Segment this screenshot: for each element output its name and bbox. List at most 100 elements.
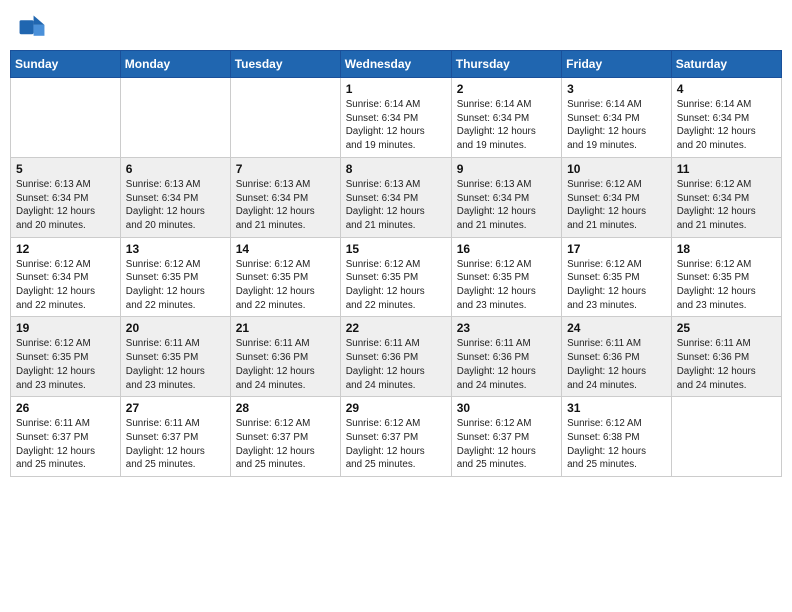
calendar-cell: 20 Sunrise: 6:11 AMSunset: 6:35 PMDayligh… [120, 317, 230, 397]
calendar-cell [11, 78, 121, 158]
day-number: 27 [126, 401, 225, 415]
calendar-cell: 27 Sunrise: 6:11 AMSunset: 6:37 PMDayligh… [120, 397, 230, 477]
day-info: Sunrise: 6:11 AMSunset: 6:36 PMDaylight:… [677, 337, 776, 392]
day-number: 17 [567, 242, 666, 256]
day-header-thursday: Thursday [451, 51, 561, 78]
day-number: 8 [346, 162, 446, 176]
day-header-monday: Monday [120, 51, 230, 78]
calendar-cell: 12 Sunrise: 6:12 AMSunset: 6:34 PMDayligh… [11, 237, 121, 317]
day-number: 4 [677, 82, 776, 96]
calendar-cell: 5Sunrise: 6:13 AMSunset: 6:34 PMDaylight… [11, 157, 121, 237]
logo-icon [18, 14, 46, 42]
calendar-cell: 25 Sunrise: 6:11 AMSunset: 6:36 PMDayligh… [671, 317, 781, 397]
day-info: Sunrise: 6:12 AMSunset: 6:35 PMDaylight:… [677, 258, 776, 313]
day-number: 5 [16, 162, 115, 176]
calendar-cell: 14Sunrise: 6:12 AMSunset: 6:35 PMDayligh… [230, 237, 340, 317]
day-info: Sunrise: 6:12 AMSunset: 6:38 PMDaylight:… [567, 417, 666, 472]
calendar-cell: 21 Sunrise: 6:11 AMSunset: 6:36 PMDayligh… [230, 317, 340, 397]
day-number: 26 [16, 401, 115, 415]
day-number: 11 [677, 162, 776, 176]
day-info: Sunrise: 6:11 AMSunset: 6:35 PMDaylight:… [126, 337, 225, 392]
day-number: 1 [346, 82, 446, 96]
calendar-cell [120, 78, 230, 158]
calendar-cell [230, 78, 340, 158]
calendar-cell: 6 Sunrise: 6:13 AMSunset: 6:34 PMDaylight… [120, 157, 230, 237]
day-info: Sunrise: 6:12 AMSunset: 6:37 PMDaylight:… [346, 417, 446, 472]
calendar-cell: 9 Sunrise: 6:13 AMSunset: 6:34 PMDaylight… [451, 157, 561, 237]
calendar-table: SundayMondayTuesdayWednesdayThursdayFrid… [10, 50, 782, 477]
day-info: Sunrise: 6:11 AMSunset: 6:37 PMDaylight:… [16, 417, 115, 472]
day-info: Sunrise: 6:12 AMSunset: 6:37 PMDaylight:… [236, 417, 335, 472]
logo [18, 14, 50, 42]
calendar-week-2: 5 Sunrise: 6:13 AMSunset: 6:34 PMDaylight… [11, 157, 782, 237]
header-row: SundayMondayTuesdayWednesdayThursdayFrid… [11, 51, 782, 78]
calendar-cell: 8 Sunrise: 6:13 AMSunset: 6:34 PMDaylight… [340, 157, 451, 237]
day-number: 12 [16, 242, 115, 256]
calendar-cell: 13Sunrise: 6:12 AMSunset: 6:35 PMDayligh… [120, 237, 230, 317]
calendar-header: SundayMondayTuesdayWednesdayThursdayFrid… [11, 51, 782, 78]
calendar-cell: 3 Sunrise: 6:14 AMSunset: 6:34 PMDaylight… [562, 78, 672, 158]
calendar-body: 1 Sunrise: 6:14 AMSunset: 6:34 PMDaylight… [11, 78, 782, 477]
calendar-cell: 17 Sunrise: 6:12 AMSunset: 6:35 PMDayligh… [562, 237, 672, 317]
day-header-saturday: Saturday [671, 51, 781, 78]
calendar-cell: 4 Sunrise: 6:14 AMSunset: 6:34 PMDaylight… [671, 78, 781, 158]
calendar-cell: 24Sunrise: 6:11 AMSunset: 6:36 PMDayligh… [562, 317, 672, 397]
calendar-cell: 23 Sunrise: 6:11 AMSunset: 6:36 PMDayligh… [451, 317, 561, 397]
day-info: Sunrise: 6:12 AMSunset: 6:37 PMDaylight:… [457, 417, 556, 472]
calendar-cell: 11Sunrise: 6:12 AMSunset: 6:34 PMDayligh… [671, 157, 781, 237]
day-info: Sunrise: 6:13 AMSunset: 6:34 PMDaylight:… [457, 178, 556, 233]
day-number: 3 [567, 82, 666, 96]
calendar-cell: 28 Sunrise: 6:12 AMSunset: 6:37 PMDayligh… [230, 397, 340, 477]
day-header-wednesday: Wednesday [340, 51, 451, 78]
day-info: Sunrise: 6:12 AMSunset: 6:35 PMDaylight:… [236, 258, 335, 313]
calendar-week-5: 26 Sunrise: 6:11 AMSunset: 6:37 PMDayligh… [11, 397, 782, 477]
day-info: Sunrise: 6:14 AMSunset: 6:34 PMDaylight:… [457, 98, 556, 153]
calendar-cell [671, 397, 781, 477]
day-info: Sunrise: 6:14 AMSunset: 6:34 PMDaylight:… [567, 98, 666, 153]
day-number: 28 [236, 401, 335, 415]
calendar-cell: 16 Sunrise: 6:12 AMSunset: 6:35 PMDayligh… [451, 237, 561, 317]
day-info: Sunrise: 6:12 AMSunset: 6:34 PMDaylight:… [16, 258, 115, 313]
day-number: 25 [677, 321, 776, 335]
day-info: Sunrise: 6:12 AMSunset: 6:35 PMDaylight:… [567, 258, 666, 313]
calendar-cell: 30Sunrise: 6:12 AMSunset: 6:37 PMDayligh… [451, 397, 561, 477]
day-number: 15 [346, 242, 446, 256]
header [0, 0, 792, 50]
calendar-cell: 31 Sunrise: 6:12 AMSunset: 6:38 PMDayligh… [562, 397, 672, 477]
day-number: 6 [126, 162, 225, 176]
calendar-cell: 7Sunrise: 6:13 AMSunset: 6:34 PMDaylight… [230, 157, 340, 237]
day-info: Sunrise: 6:11 AMSunset: 6:36 PMDaylight:… [457, 337, 556, 392]
day-info: Sunrise: 6:12 AMSunset: 6:35 PMDaylight:… [16, 337, 115, 392]
calendar-cell: 10Sunrise: 6:12 AMSunset: 6:34 PMDayligh… [562, 157, 672, 237]
calendar-cell: 29 Sunrise: 6:12 AMSunset: 6:37 PMDayligh… [340, 397, 451, 477]
calendar-cell: 19 Sunrise: 6:12 AMSunset: 6:35 PMDayligh… [11, 317, 121, 397]
calendar-cell: 15 Sunrise: 6:12 AMSunset: 6:35 PMDayligh… [340, 237, 451, 317]
calendar-cell: 22 Sunrise: 6:11 AMSunset: 6:36 PMDayligh… [340, 317, 451, 397]
day-number: 19 [16, 321, 115, 335]
calendar-week-3: 12 Sunrise: 6:12 AMSunset: 6:34 PMDayligh… [11, 237, 782, 317]
day-info: Sunrise: 6:11 AMSunset: 6:36 PMDaylight:… [567, 337, 666, 392]
day-info: Sunrise: 6:14 AMSunset: 6:34 PMDaylight:… [677, 98, 776, 153]
day-number: 7 [236, 162, 335, 176]
day-info: Sunrise: 6:12 AMSunset: 6:35 PMDaylight:… [457, 258, 556, 313]
day-number: 29 [346, 401, 446, 415]
day-info: Sunrise: 6:12 AMSunset: 6:35 PMDaylight:… [126, 258, 225, 313]
day-number: 23 [457, 321, 556, 335]
day-number: 31 [567, 401, 666, 415]
calendar-cell: 2Sunrise: 6:14 AMSunset: 6:34 PMDaylight… [451, 78, 561, 158]
calendar-week-4: 19 Sunrise: 6:12 AMSunset: 6:35 PMDayligh… [11, 317, 782, 397]
day-info: Sunrise: 6:12 AMSunset: 6:35 PMDaylight:… [346, 258, 446, 313]
day-info: Sunrise: 6:13 AMSunset: 6:34 PMDaylight:… [346, 178, 446, 233]
day-info: Sunrise: 6:11 AMSunset: 6:36 PMDaylight:… [346, 337, 446, 392]
day-number: 18 [677, 242, 776, 256]
day-number: 20 [126, 321, 225, 335]
day-info: Sunrise: 6:13 AMSunset: 6:34 PMDaylight:… [126, 178, 225, 233]
day-number: 22 [346, 321, 446, 335]
calendar-cell: 18 Sunrise: 6:12 AMSunset: 6:35 PMDayligh… [671, 237, 781, 317]
day-info: Sunrise: 6:11 AMSunset: 6:37 PMDaylight:… [126, 417, 225, 472]
day-header-sunday: Sunday [11, 51, 121, 78]
day-number: 21 [236, 321, 335, 335]
day-number: 9 [457, 162, 556, 176]
day-info: Sunrise: 6:11 AMSunset: 6:36 PMDaylight:… [236, 337, 335, 392]
day-number: 16 [457, 242, 556, 256]
